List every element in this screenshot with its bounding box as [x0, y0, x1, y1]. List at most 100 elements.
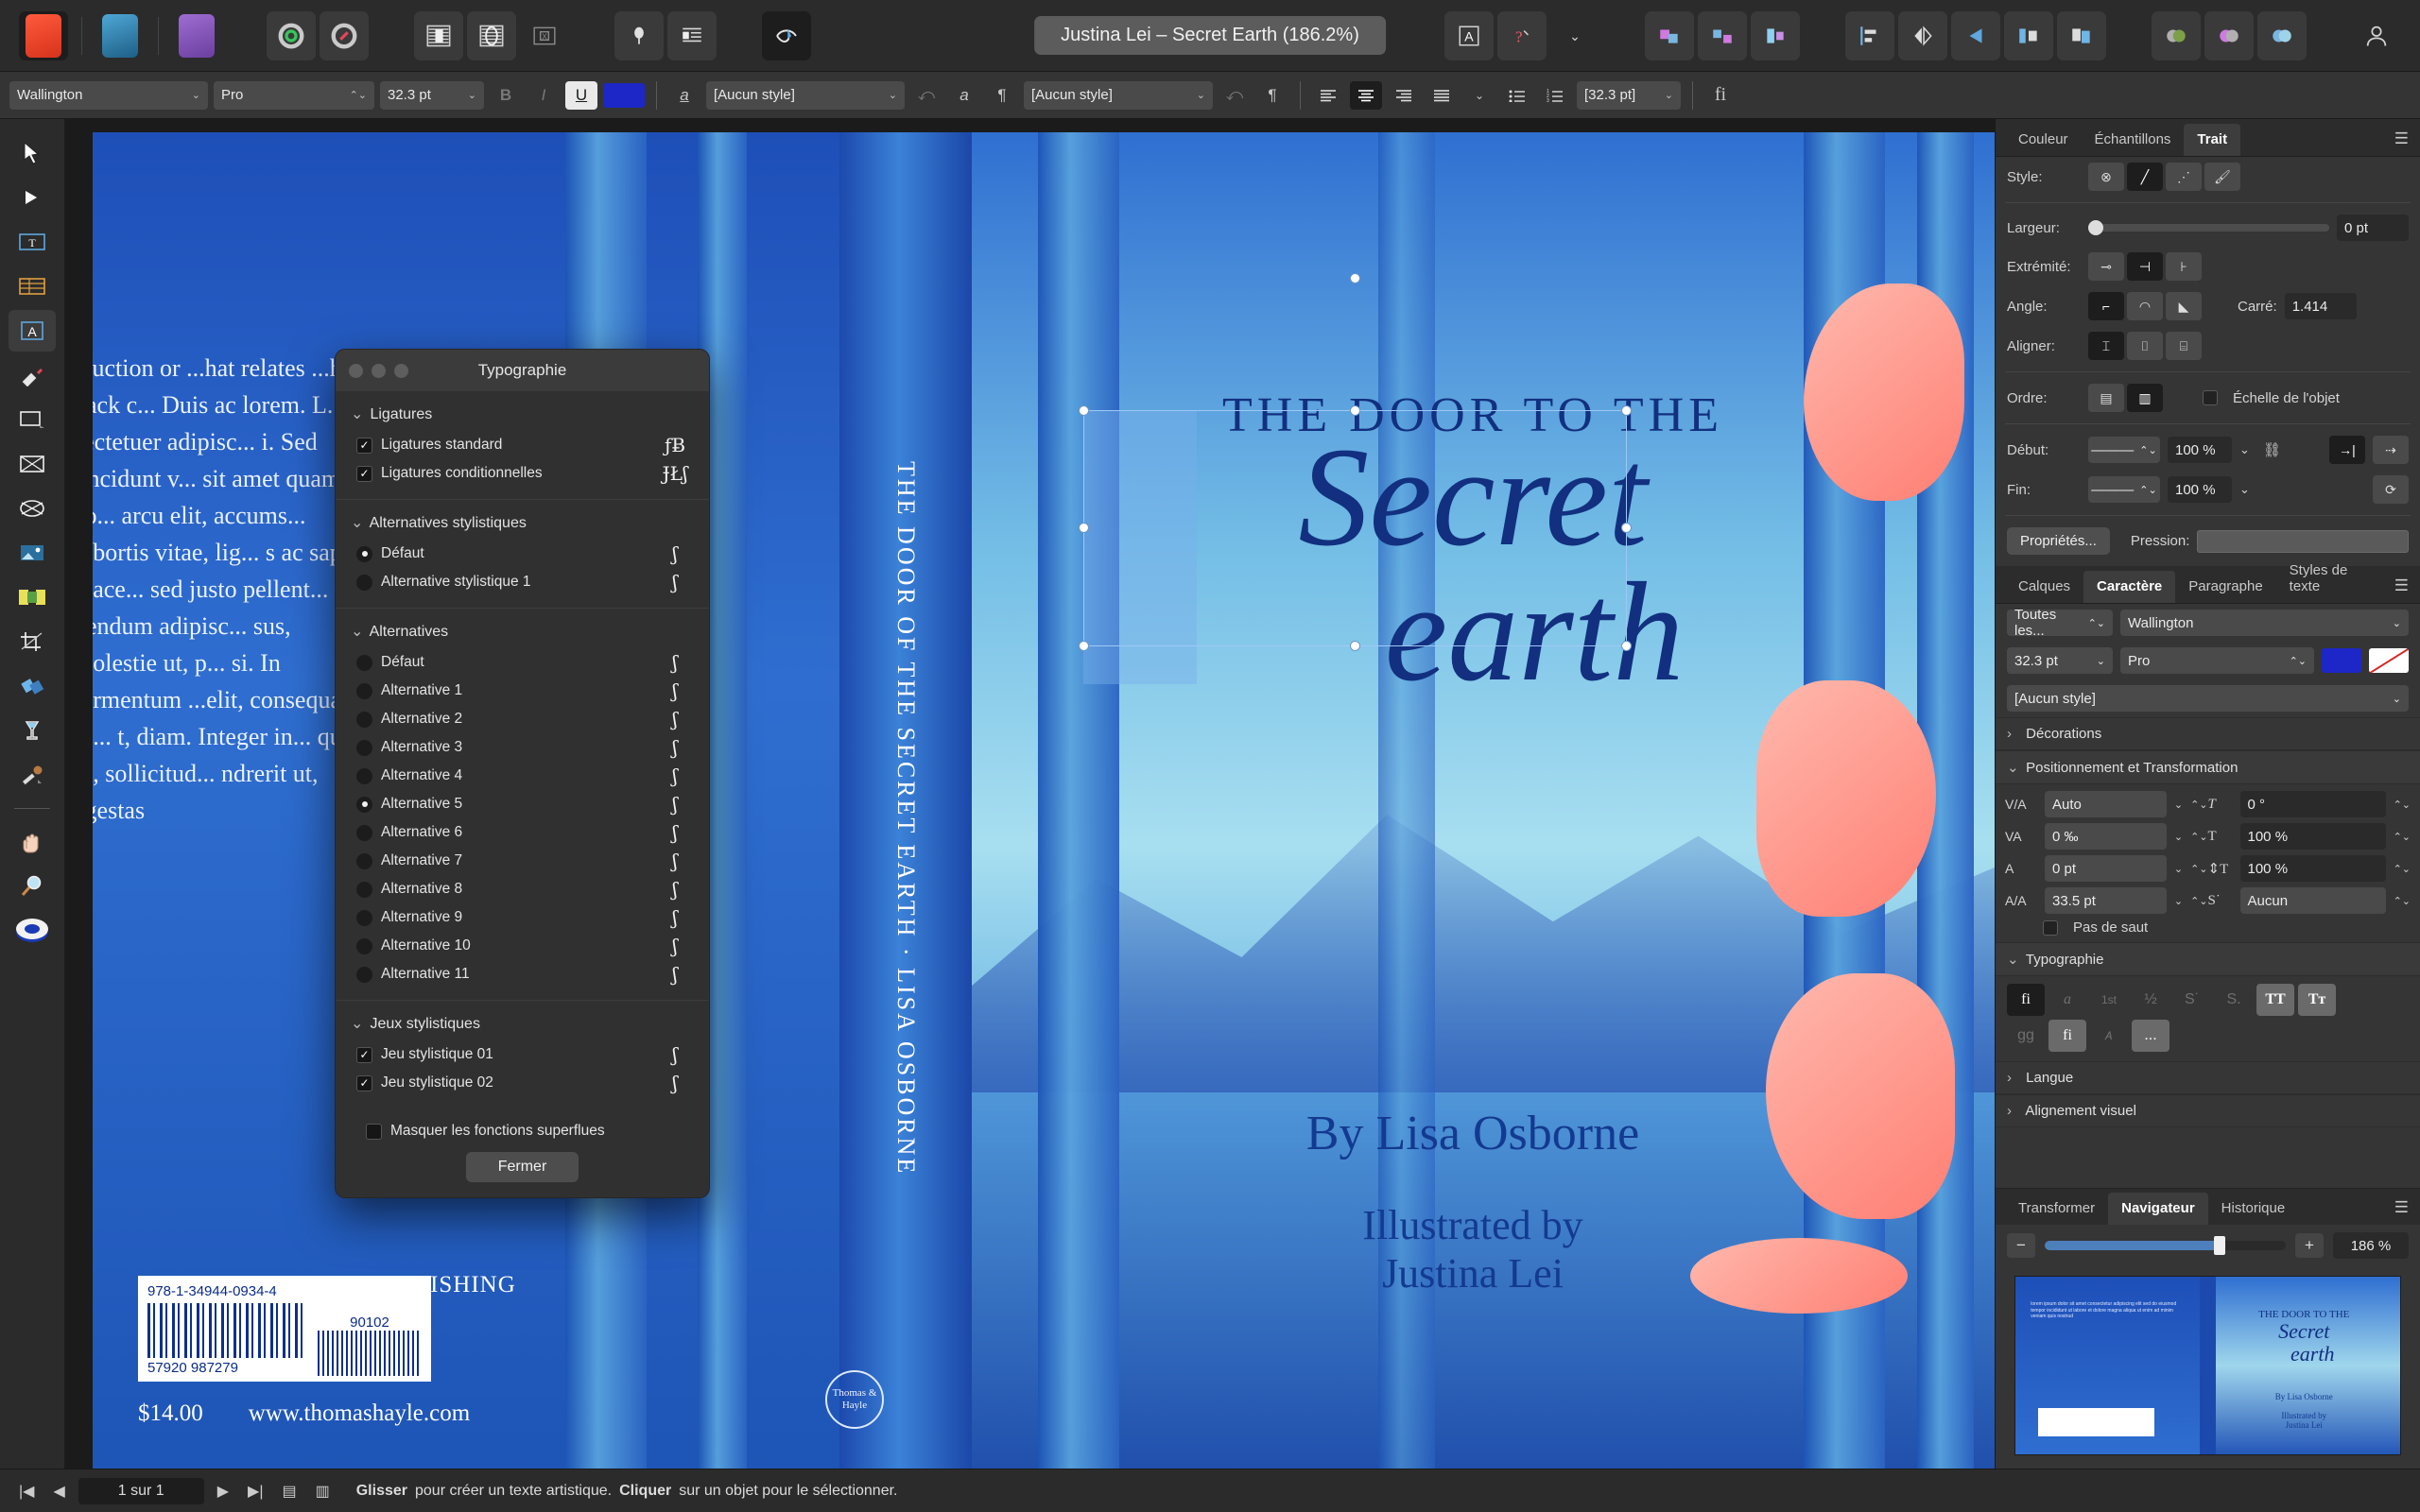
- tool-pen-tool[interactable]: [9, 354, 56, 396]
- stroke-none-button[interactable]: ⊗: [2088, 163, 2124, 191]
- option-row[interactable]: Alternative 6 ʃ: [336, 818, 709, 847]
- radio-unselected-icon[interactable]: [356, 852, 372, 869]
- pressure-curve[interactable]: [2197, 529, 2409, 553]
- stroke-dashed-button[interactable]: ⋰: [2166, 163, 2202, 191]
- start-scale-value[interactable]: 100 %: [2168, 437, 2232, 463]
- position-value[interactable]: Aucun: [2239, 887, 2386, 914]
- panel-menu-icon[interactable]: ☰: [2383, 1198, 2420, 1225]
- stepper-icon[interactable]: ⌃⌄: [2190, 799, 2207, 811]
- designer-persona-button[interactable]: [95, 11, 145, 60]
- selection-handle[interactable]: [1349, 641, 1360, 651]
- option-row[interactable]: Alternative 7 ʃ: [336, 847, 709, 875]
- kerning-value[interactable]: Auto: [2045, 791, 2167, 817]
- text-frame-button[interactable]: A: [1444, 10, 1494, 60]
- show-special-characters-button[interactable]: ¶: [1256, 81, 1288, 110]
- tool-frame-text-tool[interactable]: T: [9, 221, 56, 263]
- tool-node-tool[interactable]: [9, 177, 56, 218]
- chevron-down-icon[interactable]: ⌄: [2239, 482, 2250, 497]
- text-style-dropdown[interactable]: [Aucun style] ⌄: [2007, 685, 2409, 712]
- order-stroke-above-button[interactable]: ▥: [2127, 384, 2163, 412]
- panel-menu-icon[interactable]: ☰: [2383, 129, 2420, 156]
- boolean-add-button[interactable]: [2152, 10, 2201, 60]
- paragraph-style-field[interactable]: [Aucun style] ⌄: [1024, 80, 1213, 110]
- account-button[interactable]: [2352, 11, 2401, 60]
- tool-zoom-tool[interactable]: [9, 866, 56, 907]
- end-marker-dropdown[interactable]: ——— ⌃⌄: [2088, 476, 2160, 503]
- bullet-list-button[interactable]: [1501, 81, 1533, 110]
- no-break-checkbox[interactable]: [2043, 919, 2058, 936]
- tool-stock-panel-tool[interactable]: [9, 576, 56, 618]
- fill-color-swatch[interactable]: [2322, 648, 2361, 673]
- skew-value[interactable]: 0 °: [2239, 791, 2386, 817]
- radio-unselected-icon[interactable]: [356, 767, 372, 784]
- align-end-button[interactable]: ⇢: [2373, 436, 2409, 464]
- bold-button[interactable]: B: [490, 81, 522, 110]
- tab-couleur[interactable]: Couleur: [2005, 124, 2082, 156]
- font-style-dropdown[interactable]: Pro ⌃⌄: [2120, 647, 2314, 674]
- single-page-view-icon[interactable]: ▤: [276, 1482, 302, 1501]
- checkbox-checked-icon[interactable]: ✓: [356, 437, 372, 454]
- tab-calques[interactable]: Calques: [2005, 571, 2083, 603]
- group-button[interactable]: [1645, 10, 1694, 60]
- cap-round-button[interactable]: ⊸: [2088, 252, 2124, 281]
- navigator-thumbnail[interactable]: THE DOOR TO THE Secret earth By Lisa Osbor…: [2014, 1276, 2401, 1455]
- radio-unselected-icon[interactable]: [356, 682, 372, 699]
- pilcrow-icon[interactable]: ¶: [986, 81, 1018, 110]
- option-row[interactable]: ✓ Jeu stylistique 02 ʃ: [336, 1069, 709, 1097]
- tab-trait[interactable]: Trait: [2184, 124, 2241, 156]
- spell-check-button[interactable]: ?: [1497, 10, 1547, 60]
- zoom-slider[interactable]: [2045, 1236, 2286, 1255]
- v-scale-value[interactable]: 100 %: [2239, 855, 2386, 882]
- chevron-down-icon[interactable]: ⌄: [2174, 831, 2183, 843]
- option-row[interactable]: Alternative 8 ʃ: [336, 875, 709, 903]
- reset-paragraph-button[interactable]: ⤺: [1219, 81, 1251, 110]
- zoom-value[interactable]: 186 %: [2333, 1232, 2409, 1259]
- first-page-icon[interactable]: |◀: [13, 1482, 40, 1501]
- underline-button[interactable]: U: [565, 80, 597, 110]
- font-filter-dropdown[interactable]: Toutes les... ⌃⌄: [2007, 607, 2113, 639]
- tool-table-tool[interactable]: [9, 266, 56, 307]
- preview-mode-button[interactable]: [762, 10, 811, 60]
- tool-rectangle-tool[interactable]: [9, 399, 56, 440]
- small-caps-button[interactable]: Tᴛ: [2298, 984, 2336, 1016]
- tab-caractere[interactable]: Caractère: [2083, 571, 2176, 603]
- align-inside-stroke-button[interactable]: ⌷: [2127, 332, 2163, 360]
- checkbox-checked-icon[interactable]: ✓: [356, 1074, 372, 1091]
- rotate-left-button[interactable]: [1951, 10, 2000, 60]
- reset-character-button[interactable]: ⤺: [910, 81, 942, 110]
- chevron-down-icon[interactable]: ⌄: [2174, 895, 2183, 907]
- character-style-icon[interactable]: a: [668, 81, 700, 110]
- option-row[interactable]: ✓ Ligatures standard ƒɃ: [336, 431, 709, 459]
- baseline-value[interactable]: 0 pt: [2045, 855, 2167, 882]
- stroke-brush-button[interactable]: 🖌: [2204, 163, 2240, 191]
- group-heading[interactable]: ⌄ Jeux stylistiques: [336, 1010, 709, 1040]
- boolean-subtract-button[interactable]: [2204, 10, 2254, 60]
- text-color-swatch[interactable]: [603, 82, 645, 108]
- next-page-icon[interactable]: ▶: [212, 1482, 234, 1501]
- cap-square-button[interactable]: ⊦: [2166, 252, 2202, 281]
- cap-butt-button[interactable]: ⊣: [2127, 252, 2163, 281]
- group-heading[interactable]: ⌄ Alternatives stylistiques: [336, 509, 709, 540]
- ligature-button[interactable]: fi: [1704, 81, 1737, 110]
- ungroup-button[interactable]: [1698, 10, 1747, 60]
- ordinals-button[interactable]: 1st: [2090, 984, 2128, 1016]
- stroke-properties-button[interactable]: Propriétés...: [2007, 527, 2110, 555]
- selection-handle[interactable]: [1621, 523, 1632, 533]
- boolean-intersect-button[interactable]: [2257, 10, 2307, 60]
- dialog-title-bar[interactable]: Typographie: [336, 350, 709, 391]
- chevron-down-icon[interactable]: ⌄: [2239, 442, 2250, 457]
- fractions-button[interactable]: ½: [2132, 984, 2169, 1016]
- all-caps-button[interactable]: TT: [2256, 984, 2294, 1016]
- option-row[interactable]: Alternative 5 ʃ: [336, 790, 709, 818]
- selection-handle[interactable]: [1621, 405, 1632, 416]
- stepper-icon[interactable]: ⌃⌄: [2394, 799, 2411, 811]
- join-miter-button[interactable]: ⌐: [2088, 292, 2124, 320]
- stroke-width-slider[interactable]: [2088, 220, 2329, 235]
- radio-unselected-icon[interactable]: [356, 824, 372, 841]
- option-row[interactable]: Défaut ʃ: [336, 540, 709, 568]
- pages-panel-button[interactable]: [414, 10, 463, 60]
- zoom-in-button[interactable]: +: [2295, 1233, 2324, 1258]
- character-style-field[interactable]: [Aucun style] ⌄: [706, 80, 905, 110]
- radio-selected-icon[interactable]: [356, 796, 372, 813]
- stepper-icon[interactable]: ⌃⌄: [2190, 863, 2207, 875]
